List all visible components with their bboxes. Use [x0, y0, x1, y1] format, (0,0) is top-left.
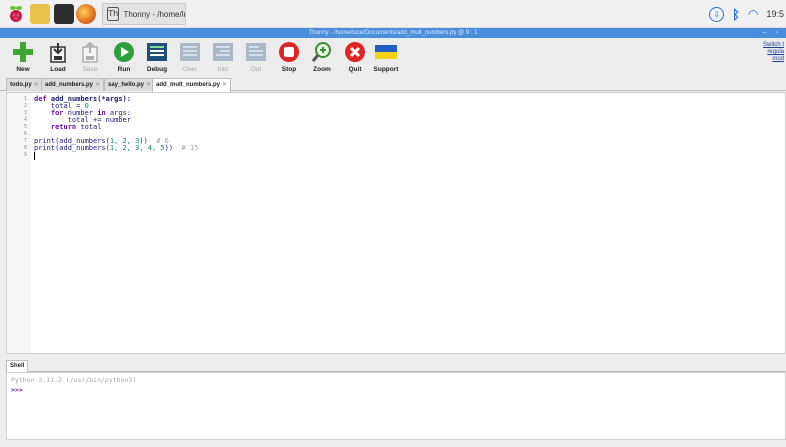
line-number: 4 — [23, 117, 27, 123]
tab-add-numbers[interactable]: add_numbers.py ✕ — [41, 78, 105, 91]
tab-label: todo.py — [10, 82, 32, 88]
clock[interactable]: 19:5 — [766, 9, 784, 19]
line-number: 9 — [23, 152, 27, 158]
line-number: 5 — [23, 124, 27, 130]
save-button[interactable]: Save — [73, 41, 107, 75]
code-comment: # 15 — [173, 144, 199, 152]
bluetooth-icon[interactable]: ᛒ — [732, 7, 740, 22]
thonny-icon: Th — [107, 7, 120, 21]
shell-tabbar: Shell — [6, 360, 786, 372]
shell-console[interactable]: Python 3.11.2 (/usr/bin/python3) >>> — [6, 372, 786, 440]
stop-icon — [279, 42, 299, 62]
save-button-label: Save — [82, 66, 98, 73]
system-tray: ⇩ ᛒ ◠ 19:5 — [709, 4, 784, 24]
line-number: 2 — [23, 103, 27, 109]
tab-shell[interactable]: Shell — [6, 360, 29, 372]
switch-link-line-1: Switch t — [762, 42, 784, 48]
tab-close-icon[interactable]: ✕ — [222, 82, 227, 88]
ukraine-flag-icon — [375, 45, 397, 59]
step-over-button-label: Over — [182, 66, 198, 73]
debug-button[interactable]: Debug — [140, 41, 174, 75]
line-number: 1 — [23, 96, 27, 102]
terminal-icon[interactable] — [54, 4, 74, 24]
tab-todo[interactable]: todo.py ✕ — [6, 78, 43, 91]
run-icon — [114, 42, 134, 62]
zoom-icon — [311, 42, 331, 62]
line-number: 3 — [23, 110, 27, 116]
step-over-button[interactable]: Over — [173, 41, 207, 75]
run-button[interactable]: Run — [107, 41, 141, 75]
zoom-button-label: Zoom — [313, 66, 331, 73]
tab-close-icon[interactable]: ✕ — [34, 82, 39, 88]
support-button[interactable]: Support — [369, 41, 403, 75]
tab-label: add_numbers.py — [45, 82, 94, 88]
step-out-button[interactable]: Out — [239, 41, 273, 75]
line-number: 6 — [23, 131, 27, 137]
code-text: print(add_numbers( — [34, 144, 110, 152]
step-out-button-label: Out — [250, 66, 262, 73]
step-over-icon — [180, 43, 200, 61]
save-icon — [82, 41, 98, 63]
taskbar-window-label: Thonny - /home/luc. — [123, 9, 185, 19]
text-cursor — [34, 152, 35, 160]
editor-tabbar: todo.py ✕ add_numbers.py ✕ say_hello.py ✕ a… — [0, 78, 786, 92]
switch-link-line-2: regula — [767, 49, 784, 55]
code-keyword: return — [34, 123, 77, 131]
code-line-5: return total — [34, 123, 102, 131]
line-number: 8 — [23, 145, 27, 151]
tab-close-icon[interactable]: ✕ — [146, 82, 151, 88]
shell-version-text: Python 3.11.2 (/usr/bin/python3) — [11, 376, 137, 384]
code-text: )) — [164, 144, 174, 152]
shell-prompt: >>> — [11, 386, 23, 394]
tab-label: add_mult_numbers.py — [156, 82, 221, 88]
wifi-icon[interactable]: ◠ — [748, 7, 758, 21]
files-icon[interactable] — [30, 4, 50, 24]
switch-link-line-3: mod — [772, 56, 784, 62]
step-into-button[interactable]: Into — [206, 41, 240, 75]
code-number: 1, 2, 3, 4, 5 — [109, 144, 165, 152]
plus-icon — [13, 42, 33, 62]
run-button-label: Run — [117, 66, 131, 73]
tab-say-hello[interactable]: say_hello.py ✕ — [104, 78, 156, 91]
tab-close-icon[interactable]: ✕ — [95, 82, 100, 88]
load-file-icon — [50, 43, 66, 63]
update-icon[interactable]: ⇩ — [709, 6, 725, 22]
quit-button[interactable]: Quit — [338, 41, 372, 75]
debug-icon — [147, 43, 167, 61]
stop-button-label: Stop — [281, 66, 297, 73]
support-button-label: Support — [373, 66, 399, 73]
step-into-icon — [213, 43, 233, 61]
code-line-8: print(add_numbers(1, 2, 3, 4, 5)) # 15 — [34, 144, 198, 152]
step-into-button-label: Into — [217, 66, 229, 73]
zoom-button[interactable]: Zoom — [305, 41, 339, 75]
window-title: Thonny - /home/luce/Documents/add_mult_n… — [308, 30, 478, 36]
load-button[interactable]: Load — [41, 41, 75, 75]
browser-icon[interactable] — [76, 4, 96, 24]
load-button-label: Load — [50, 66, 66, 73]
step-out-icon — [246, 43, 266, 61]
window-titlebar: Thonny - /home/luce/Documents/add_mult_n… — [0, 28, 786, 38]
stop-button[interactable]: Stop — [272, 41, 306, 75]
new-button[interactable]: New — [6, 41, 40, 75]
code-text: (*args): — [97, 95, 131, 103]
toolbar: New Load Save Run Debug Over Into Out St… — [0, 38, 786, 76]
taskbar-window-thonny[interactable]: Th Thonny - /home/luc. — [102, 3, 186, 25]
debug-button-label: Debug — [146, 66, 168, 73]
raspberry-icon[interactable] — [6, 4, 26, 24]
tab-add-mult-numbers[interactable]: add_mult_numbers.py ✕ — [152, 78, 232, 92]
line-number: 7 — [23, 138, 27, 144]
line-number-gutter: 1 2 3 4 5 6 7 8 9 — [7, 93, 31, 353]
code-text: total — [76, 123, 102, 131]
new-button-label: New — [16, 66, 30, 73]
tab-label: say_hello.py — [108, 82, 145, 88]
switch-mode-link[interactable]: Switch t regula mod — [763, 42, 784, 63]
taskbar: Th Thonny - /home/luc. ⇩ ᛒ ◠ 19:5 — [0, 0, 786, 28]
quit-button-label: Quit — [348, 66, 362, 73]
window-controls[interactable]: – ▫ — [763, 28, 782, 38]
close-icon — [345, 42, 365, 62]
code-editor[interactable]: 1 2 3 4 5 6 7 8 9 def add_numbers(*args)… — [6, 92, 786, 354]
